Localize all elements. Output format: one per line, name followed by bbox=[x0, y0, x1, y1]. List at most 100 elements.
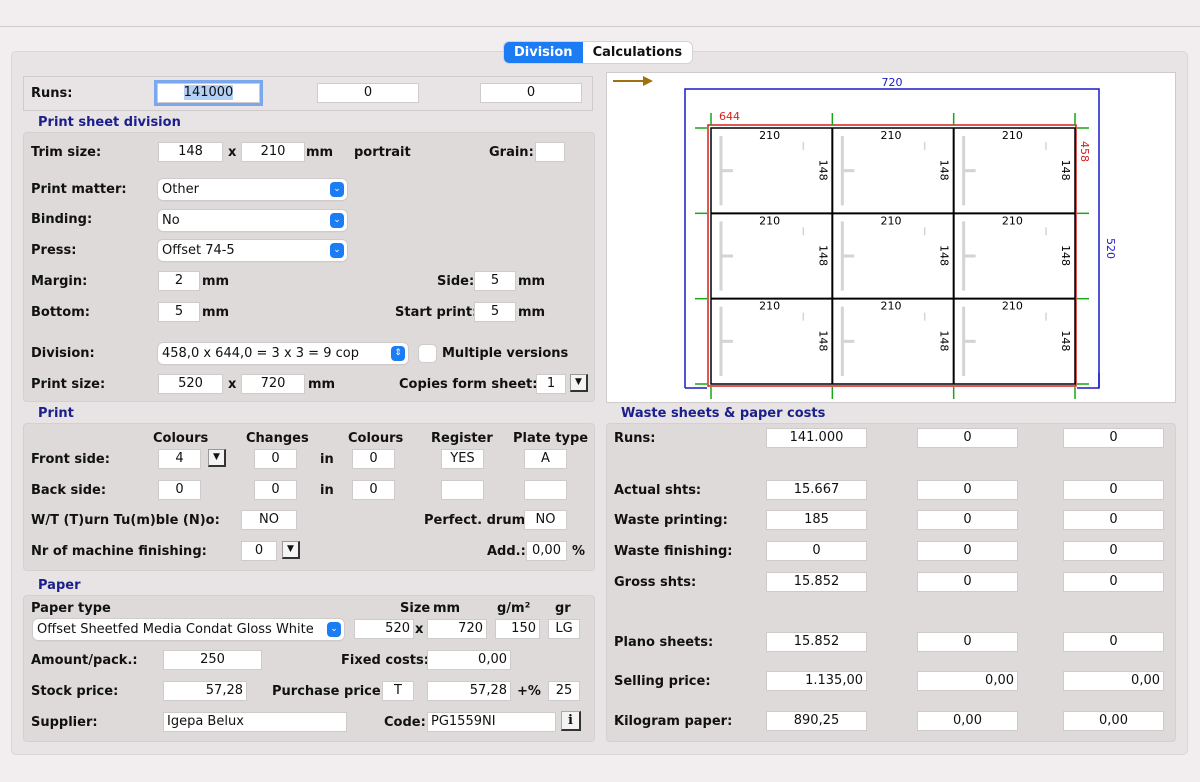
bottom-input[interactable]: 5 bbox=[158, 302, 200, 322]
stock-price-input[interactable]: 57,28 bbox=[163, 681, 247, 701]
margin-unit: mm bbox=[202, 274, 230, 289]
side-input[interactable]: 5 bbox=[474, 271, 516, 291]
cell-height-label: 148 bbox=[1059, 160, 1072, 181]
start-print-input[interactable]: 5 bbox=[474, 302, 516, 322]
plus-percent-input[interactable]: 25 bbox=[548, 681, 580, 701]
tab-bar: Division Calculations bbox=[504, 42, 693, 63]
waste-value-field[interactable]: 0 bbox=[917, 572, 1018, 592]
waste-value-field[interactable]: 0 bbox=[917, 541, 1018, 561]
back-in-label: in bbox=[320, 483, 334, 498]
triangle-down-icon: ▼ bbox=[213, 452, 220, 462]
margin-input[interactable]: 2 bbox=[158, 271, 200, 291]
print-width-input[interactable]: 520 bbox=[158, 374, 223, 394]
wt-input[interactable]: NO bbox=[241, 510, 297, 530]
waste-value-field[interactable]: 0,00 bbox=[1063, 711, 1164, 731]
waste-value-field[interactable]: 0 bbox=[917, 428, 1018, 448]
machine-finishing-dropdown[interactable]: ▼ bbox=[282, 541, 300, 559]
press-value: Offset 74-5 bbox=[162, 243, 235, 258]
waste-value-field[interactable]: 0 bbox=[1063, 480, 1164, 500]
code-input[interactable]: PG1559NI bbox=[427, 712, 556, 732]
waste-value-field[interactable]: 0,00 bbox=[917, 711, 1018, 731]
paper-type-select[interactable]: Offset Sheetfed Media Condat Gloss White… bbox=[33, 619, 344, 640]
purchase-flag-input[interactable]: T bbox=[382, 681, 414, 701]
copies-dropdown-button[interactable]: ▼ bbox=[570, 374, 588, 392]
front-register-input[interactable]: YES bbox=[441, 449, 484, 469]
waste-value-field[interactable]: 890,25 bbox=[766, 711, 867, 731]
waste-value-field[interactable]: 0,00 bbox=[917, 671, 1018, 691]
tab-division[interactable]: Division bbox=[504, 42, 583, 63]
paper-width-input[interactable]: 520 bbox=[354, 619, 414, 639]
gr-label: gr bbox=[555, 601, 571, 616]
division-select[interactable]: 458,0 x 644,0 = 3 x 3 = 9 cop ⇕ bbox=[158, 343, 408, 364]
sheet-width-label: 720 bbox=[882, 76, 903, 89]
back-changes-input[interactable]: 0 bbox=[254, 480, 297, 500]
waste-value-field[interactable]: 0 bbox=[917, 632, 1018, 652]
paper-height-input[interactable]: 720 bbox=[427, 619, 487, 639]
binding-select[interactable]: No ⌄ bbox=[158, 210, 347, 231]
chevron-down-icon: ⌄ bbox=[330, 182, 344, 197]
start-print-unit: mm bbox=[518, 305, 546, 320]
machine-finishing-input[interactable]: 0 bbox=[241, 541, 277, 561]
print-sheet-division-title: Print sheet division bbox=[38, 115, 181, 130]
orientation-label: portrait bbox=[354, 145, 411, 160]
trim-height-input[interactable]: 210 bbox=[241, 142, 305, 162]
copies-form-sheet-input[interactable]: 1 bbox=[536, 374, 566, 394]
amount-pack-input[interactable]: 250 bbox=[163, 650, 262, 670]
front-colours-input[interactable]: 4 bbox=[158, 449, 201, 469]
print-size-label: Print size: bbox=[31, 377, 106, 392]
front-changes-input[interactable]: 0 bbox=[254, 449, 297, 469]
waste-value-field[interactable]: 1.135,00 bbox=[766, 671, 867, 691]
triangle-down-icon: ▼ bbox=[575, 377, 582, 387]
paper-gsm-input[interactable]: 150 bbox=[495, 619, 540, 639]
waste-value-field[interactable]: 0 bbox=[917, 480, 1018, 500]
press-select[interactable]: Offset 74-5 ⌄ bbox=[158, 240, 347, 261]
multiple-versions-checkbox[interactable] bbox=[419, 345, 436, 362]
info-button[interactable]: i bbox=[561, 711, 581, 731]
back-in-colours-input[interactable]: 0 bbox=[352, 480, 395, 500]
back-colours-input[interactable]: 0 bbox=[158, 480, 201, 500]
front-side-label: Front side: bbox=[31, 452, 110, 467]
back-plate-input[interactable] bbox=[524, 480, 567, 500]
print-matter-select[interactable]: Other ⌄ bbox=[158, 179, 347, 200]
waste-row-label: Actual shts: bbox=[614, 483, 702, 498]
purchase-price-input[interactable]: 57,28 bbox=[427, 681, 511, 701]
waste-row-label: Waste finishing: bbox=[614, 544, 733, 559]
waste-value-field[interactable]: 0 bbox=[1063, 541, 1164, 561]
waste-value-field[interactable]: 0 bbox=[766, 541, 867, 561]
waste-value-field[interactable]: 0 bbox=[1063, 428, 1164, 448]
supplier-input[interactable]: Igepa Belux bbox=[163, 712, 347, 732]
grain-input[interactable] bbox=[535, 142, 565, 162]
runs-input-3[interactable]: 0 bbox=[480, 83, 582, 103]
waste-value-field[interactable]: 15.667 bbox=[766, 480, 867, 500]
waste-value-field[interactable]: 0 bbox=[1063, 572, 1164, 592]
waste-value-field[interactable]: 15.852 bbox=[766, 572, 867, 592]
trim-width-input[interactable]: 148 bbox=[158, 142, 223, 162]
front-colours-dropdown[interactable]: ▼ bbox=[208, 449, 226, 467]
waste-value-field[interactable]: 0 bbox=[1063, 510, 1164, 530]
waste-value-field[interactable]: 141.000 bbox=[766, 428, 867, 448]
back-register-input[interactable] bbox=[441, 480, 484, 500]
gsm-label: g/m² bbox=[497, 601, 531, 616]
margin-label: Margin: bbox=[31, 274, 88, 289]
perfect-drum-input[interactable]: NO bbox=[524, 510, 567, 530]
tab-calculations[interactable]: Calculations bbox=[583, 42, 693, 63]
runs-input-1[interactable]: 141000 bbox=[157, 83, 260, 103]
runs-input-2[interactable]: 0 bbox=[317, 83, 419, 103]
copies-form-sheet-label: Copies form sheet: bbox=[399, 377, 538, 392]
front-plate-input[interactable]: A bbox=[524, 449, 567, 469]
updown-icon: ⇕ bbox=[391, 346, 405, 361]
add-input[interactable]: 0,00 bbox=[526, 541, 567, 561]
fixed-costs-input[interactable]: 0,00 bbox=[427, 650, 511, 670]
cell-width-label: 210 bbox=[759, 300, 780, 313]
cell-height-label: 148 bbox=[938, 245, 951, 266]
waste-value-field[interactable]: 0 bbox=[1063, 632, 1164, 652]
waste-value-field[interactable]: 185 bbox=[766, 510, 867, 530]
front-in-colours-input[interactable]: 0 bbox=[352, 449, 395, 469]
waste-value-field[interactable]: 0,00 bbox=[1063, 671, 1164, 691]
print-height-input[interactable]: 720 bbox=[241, 374, 305, 394]
paper-gr-input[interactable]: LG bbox=[548, 619, 580, 639]
waste-value-field[interactable]: 0 bbox=[917, 510, 1018, 530]
waste-value-field[interactable]: 15.852 bbox=[766, 632, 867, 652]
waste-row-label: Kilogram paper: bbox=[614, 714, 733, 729]
sheet-height-label: 520 bbox=[1104, 238, 1117, 259]
